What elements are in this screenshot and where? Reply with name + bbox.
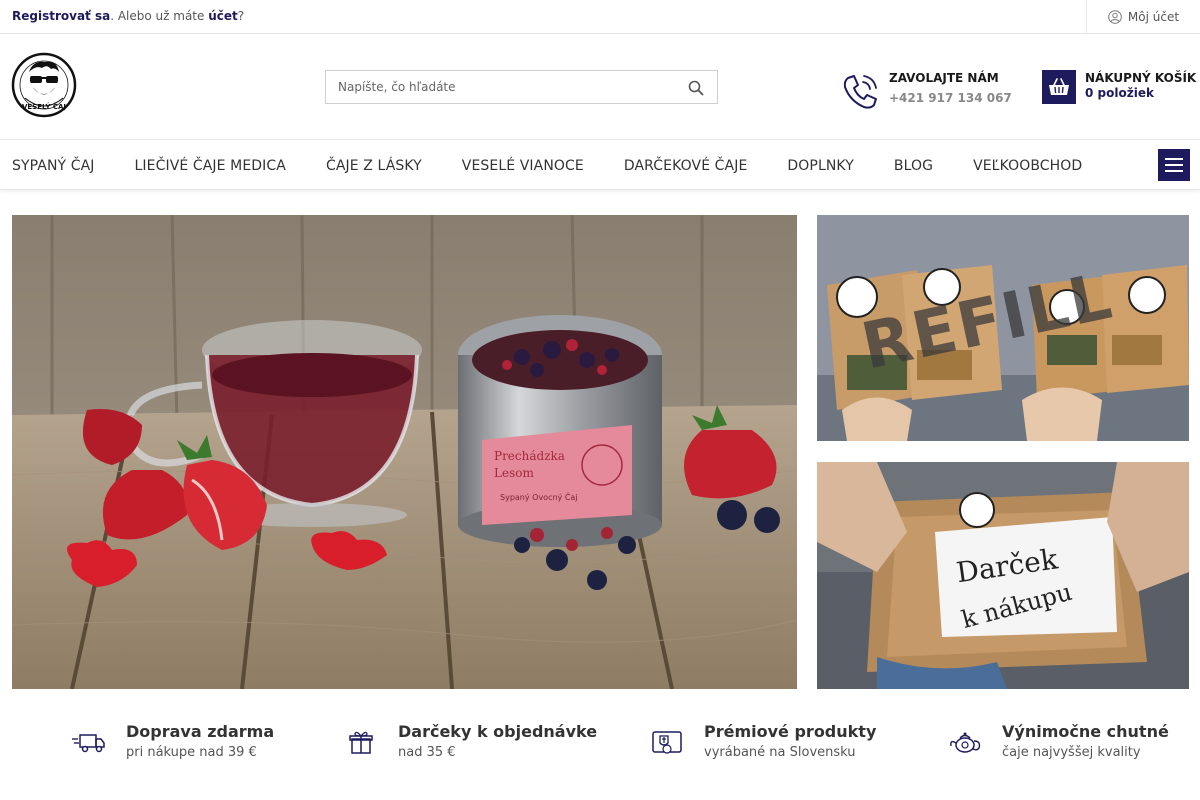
cart-title: NÁKUPNÝ KOŠÍK: [1085, 71, 1197, 85]
truck-icon: [72, 734, 105, 753]
nav-item-vesele-vianoce[interactable]: VESELÉ VIANOCE: [462, 158, 584, 174]
cart-summary[interactable]: NÁKUPNÝ KOŠÍK 0 položiek: [1085, 71, 1196, 100]
hero-banner[interactable]: Prechádzka Lesom Sypaný Ovocný Čaj: [12, 215, 797, 689]
feature-title: Darčeky k objednávke: [398, 722, 598, 741]
user-icon: [1108, 10, 1122, 24]
feature-title: Prémiové produkty: [704, 722, 877, 741]
my-account-label: Môj účet: [1127, 10, 1180, 24]
feature-subtitle: nad 35 €: [398, 745, 456, 760]
phone-icon: [843, 75, 877, 109]
hero-can-label-3: Sypaný Ovocný Čaj: [500, 491, 578, 502]
hero-can-label-2: Lesom: [494, 466, 534, 480]
hero-can-label-1: Prechádzka: [494, 449, 565, 463]
call-us[interactable]: ZAVOLAJTE NÁM +421 917 134 067: [889, 71, 1012, 105]
feature-tasty: Výnimočne chutné čaje najvyššej kvality: [948, 722, 1169, 760]
cart-button[interactable]: [1042, 70, 1076, 104]
login-link[interactable]: účet: [208, 9, 238, 23]
feature-premium: Prémiové produkty vyrábané na Slovensku: [650, 722, 876, 760]
logo[interactable]: VESELÝ ČAJ: [11, 52, 77, 118]
register-prompt-text: . Alebo už máte: [110, 9, 209, 23]
call-number[interactable]: +421 917 134 067: [889, 91, 1012, 105]
nav-item-liecive-caje-medica[interactable]: LIEČIVÉ ČAJE MEDICA: [135, 158, 286, 174]
logo-text: VESELÝ ČAJ: [22, 102, 66, 111]
feature-subtitle: vyrábané na Slovensku: [704, 745, 856, 760]
nav-item-sypany-caj[interactable]: SYPANÝ ČAJ: [12, 158, 95, 174]
feature-gifts: Darčeky k objednávke nad 35 €: [344, 722, 597, 760]
sk-badge-icon: [652, 731, 682, 754]
teapot-icon: [950, 732, 981, 753]
feature-subtitle: pri nákupe nad 39 €: [126, 745, 257, 760]
call-title: ZAVOLAJTE NÁM: [889, 71, 999, 85]
nav-item-velkoobchod[interactable]: VEĽKOOBCHOD: [973, 158, 1082, 174]
register-link[interactable]: Registrovať sa: [12, 9, 110, 23]
feature-free-shipping: Doprava zdarma pri nákupe nad 39 €: [72, 722, 274, 760]
nav-item-darcekove-caje[interactable]: DARČEKOVÉ ČAJE: [624, 158, 748, 174]
nav-item-blog[interactable]: BLOG: [894, 158, 933, 174]
feature-subtitle: čaje najvyššej kvality: [1002, 745, 1141, 760]
gift-icon: [349, 731, 373, 754]
gift-banner[interactable]: Darček k nákupu: [817, 462, 1189, 689]
search-box: [325, 70, 718, 104]
basket-icon: [1049, 78, 1069, 95]
hamburger-menu-icon[interactable]: [1158, 149, 1190, 181]
main-nav: SYPANÝ ČAJ LIEČIVÉ ČAJE MEDICA ČAJE Z LÁ…: [0, 141, 1200, 190]
search-input[interactable]: [326, 71, 666, 103]
search-icon[interactable]: [687, 79, 705, 97]
register-prompt: Registrovať sa. Alebo už máte účet?: [12, 9, 244, 23]
my-account-link[interactable]: Môj účet: [1086, 0, 1200, 34]
register-prompt-qmark: ?: [237, 9, 245, 23]
nav-item-caje-z-lasky[interactable]: ČAJE Z LÁSKY: [326, 158, 422, 174]
feature-title: Doprava zdarma: [126, 722, 275, 741]
feature-title: Výnimočne chutné: [1002, 722, 1169, 741]
top-bar: Registrovať sa. Alebo už máte účet? Môj …: [0, 0, 1200, 34]
cart-count: 0 položiek: [1085, 86, 1154, 100]
refill-banner[interactable]: REFILL: [817, 215, 1189, 441]
header: VESELÝ ČAJ ZAVOLAJTE NÁM +421 917 134 06…: [0, 34, 1200, 140]
nav-item-doplnky[interactable]: DOPLNKY: [787, 158, 853, 174]
